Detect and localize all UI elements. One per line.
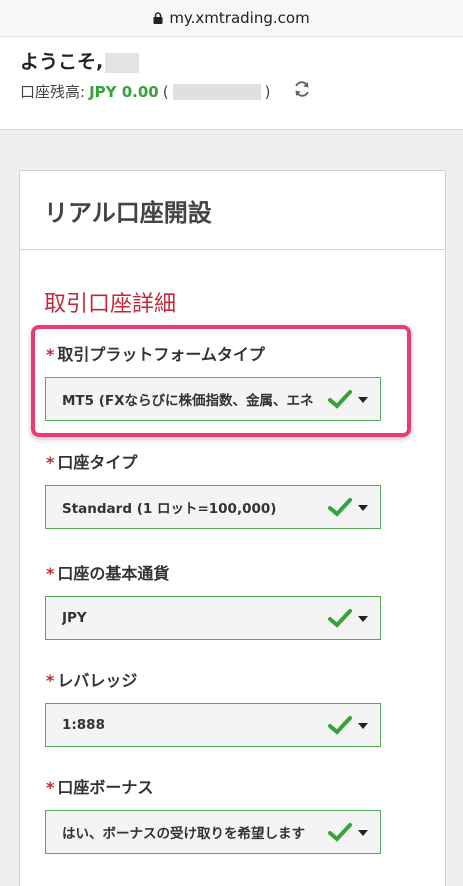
field-label-text: 口座の基本通貨 [57,564,170,583]
panel-title: リアル口座開設 [20,171,445,250]
url-text: my.xmtrading.com [169,9,310,27]
check-icon [328,609,352,628]
paren-close: ) [264,82,271,101]
chevron-down-icon [358,830,368,836]
select-value: Standard (1 ロット=100,000) [62,501,277,517]
required-mark: * [46,671,55,690]
select-value: 1:888 [62,717,105,733]
chevron-down-icon [358,723,368,729]
leverage-select[interactable]: 1:888 [45,703,381,747]
check-icon [328,716,352,735]
account-header: ようこそ, 口座残高: JPY 0.00 ( ) [0,37,463,130]
check-icon [328,823,352,842]
chevron-down-icon [358,616,368,622]
welcome-label: ようこそ, [20,51,104,73]
select-value: はい、ボーナスの受け取りを希望します [62,826,305,842]
welcome-text: ようこそ, [20,47,140,74]
balance-label: 口座残高: [20,83,86,101]
refresh-icon[interactable] [293,80,311,98]
field-label-text: レバレッジ [57,671,138,690]
account-number-mask [172,83,261,100]
account-bonus-select[interactable]: はい、ボーナスの受け取りを希望します [45,810,381,854]
name-mask [105,52,140,73]
highlight-box [31,325,411,437]
account-type-label: * 口座タイプ [46,449,137,473]
paren-open: ( [162,82,169,101]
base-currency-label: * 口座の基本通貨 [46,560,169,584]
account-opening-panel: リアル口座開設 取引口座詳細 * 取引プラットフォームタイプ MT5 (FXならび… [19,170,446,886]
address-bar[interactable]: my.xmtrading.com [0,0,463,37]
leverage-label: * レバレッジ [46,667,137,691]
chevron-down-icon [358,505,368,511]
account-bonus-label: * 口座ボーナス [46,774,153,798]
balance-row: 口座残高: JPY 0.00 ( ) [20,81,270,102]
check-icon [328,498,352,517]
section-title: 取引口座詳細 [44,292,177,317]
select-value: JPY [62,610,87,626]
account-type-select[interactable]: Standard (1 ロット=100,000) [45,485,381,529]
balance-value: JPY 0.00 [89,82,159,101]
base-currency-select[interactable]: JPY [45,596,381,640]
required-mark: * [46,453,55,472]
lock-icon [153,12,163,24]
required-mark: * [46,564,55,583]
required-mark: * [46,778,55,797]
field-label-text: 口座ボーナス [57,778,154,797]
field-label-text: 口座タイプ [57,453,138,472]
